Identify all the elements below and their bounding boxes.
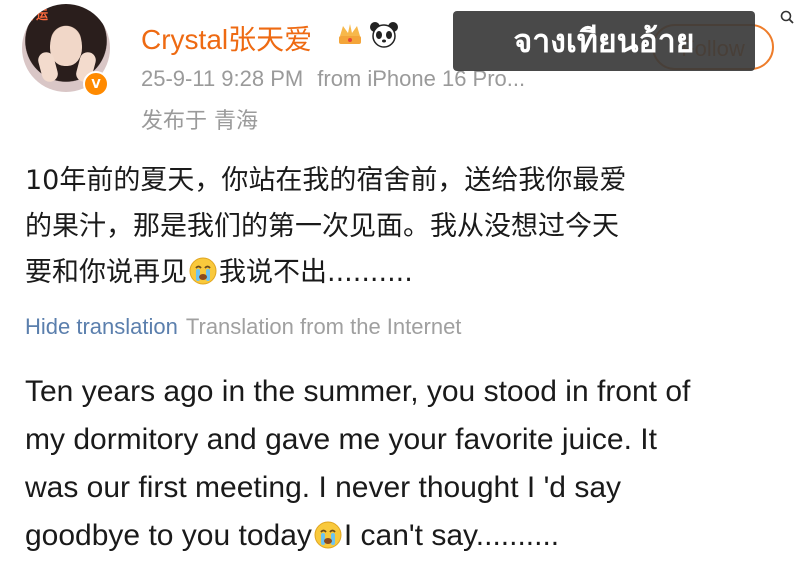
zoom-icon[interactable] bbox=[780, 10, 794, 24]
panda-icon bbox=[370, 22, 398, 48]
author-name[interactable]: Crystal张天爱 bbox=[141, 18, 312, 58]
name-overlay-caption: จางเทียนอ้าย bbox=[453, 11, 755, 71]
translation-source-label: Translation from the Internet bbox=[185, 314, 462, 339]
translated-segment: goodbye to you today bbox=[25, 519, 312, 552]
avatar-sticker: 好运 bbox=[24, 8, 49, 22]
translated-line: was our first meeting. I never thought I… bbox=[25, 471, 622, 504]
translated-line: my dormitory and gave me your favorite j… bbox=[25, 423, 657, 456]
crown-icon bbox=[339, 24, 361, 44]
original-line: 10年前的夏天，你站在我的宿舍前，送给我你最爱 bbox=[25, 165, 627, 196]
post-translated-text: Ten years ago in the summer, you stood i… bbox=[25, 368, 785, 560]
crying-emoji-icon bbox=[314, 521, 342, 549]
original-segment: 我说不出.......... bbox=[219, 257, 413, 288]
avatar-face bbox=[50, 26, 82, 66]
translated-segment: I can't say.......... bbox=[343, 519, 560, 552]
original-line: 要和你说再见 我说不出.......... bbox=[25, 250, 765, 296]
post-timestamp: 25-9-11 9:28 PM bbox=[141, 66, 304, 91]
crying-emoji-icon bbox=[189, 257, 217, 285]
verified-icon: V bbox=[83, 71, 109, 97]
translated-line: goodbye to you today I can't say........… bbox=[25, 512, 785, 560]
original-segment: 要和你说再见 bbox=[25, 257, 187, 288]
translation-bar: Hide translation Translation from the Int… bbox=[25, 314, 461, 340]
translated-line: Ten years ago in the summer, you stood i… bbox=[25, 375, 691, 408]
post-location: 发布于 青海 bbox=[141, 109, 258, 134]
post-original-text: 10年前的夏天，你站在我的宿舍前，送给我你最爱 的果汁，那是我们的第一次见面。我… bbox=[25, 158, 765, 296]
hide-translation-link[interactable]: Hide translation bbox=[25, 314, 178, 339]
original-line: 的果汁，那是我们的第一次见面。我从没想过今天 bbox=[25, 211, 619, 242]
